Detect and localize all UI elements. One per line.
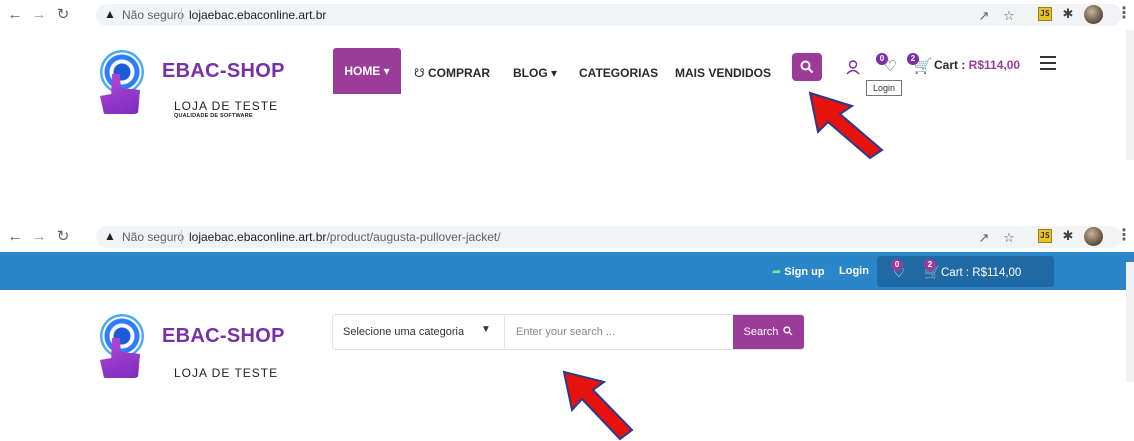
site-logo[interactable]: EBAC-SHOP LOJA DE TESTE: [100, 314, 300, 382]
reload-icon[interactable]: ↻: [54, 6, 72, 24]
search-button-label: Search: [743, 326, 779, 338]
cart-badge: 2: [907, 53, 919, 65]
caret-down-icon: ▼: [481, 324, 491, 335]
reload-icon[interactable]: ↻: [54, 228, 72, 246]
back-icon[interactable]: ←: [6, 228, 24, 246]
signup-icon: ➦: [772, 266, 782, 278]
js-extension-icon[interactable]: JS: [1038, 229, 1052, 243]
browser-toolbar: ← → ↻ ▲ Não seguro lojaebac.ebaconline.a…: [0, 222, 1134, 252]
screenshot-home: ← → ↻ ▲ Não seguro lojaebac.ebaconline.a…: [0, 0, 1134, 160]
nav-home[interactable]: HOME ▾: [333, 48, 401, 94]
address-bar[interactable]: ▲ Não seguro lojaebac.ebaconline.art.br …: [96, 4, 1122, 26]
cart-badge: 2: [924, 259, 936, 271]
warning-icon[interactable]: ▲: [104, 229, 116, 243]
nav-comprar[interactable]: ☋ COMPRAR: [414, 66, 490, 80]
share-icon[interactable]: ↗: [976, 230, 992, 246]
page-scrollbar[interactable]: [1126, 30, 1134, 160]
address-separator: [181, 8, 182, 22]
logo-name: EBAC-SHOP: [162, 60, 285, 82]
logo-target-icon: [100, 50, 144, 94]
security-label[interactable]: Não seguro: [122, 230, 184, 244]
profile-avatar[interactable]: [1084, 227, 1103, 246]
url-text[interactable]: lojaebac.ebaconline.art.br: [189, 8, 326, 22]
user-icon[interactable]: [843, 57, 863, 77]
address-bar[interactable]: ▲ Não seguro lojaebac.ebaconline.art.br/…: [96, 226, 1122, 248]
search-button[interactable]: Search: [733, 315, 804, 349]
logo-subtagline: QUALIDADE DE SOFTWARE: [174, 113, 253, 119]
signup-label: Sign up: [784, 266, 825, 278]
url-text[interactable]: lojaebac.ebaconline.art.br/product/augus…: [189, 230, 501, 244]
back-icon[interactable]: ←: [6, 6, 24, 24]
nav-blog[interactable]: BLOG ▾: [513, 66, 557, 80]
logo-tagline: LOJA DE TESTE: [174, 366, 279, 380]
logo-tagline: LOJA DE TESTE: [174, 99, 279, 113]
js-extension-icon[interactable]: JS: [1038, 7, 1052, 21]
warning-icon[interactable]: ▲: [104, 7, 116, 21]
nav-categorias[interactable]: CATEGORIAS: [579, 66, 658, 80]
logo-name: EBAC-SHOP: [162, 325, 285, 347]
red-arrow-annotation-2: [562, 370, 634, 441]
security-label[interactable]: Não seguro: [122, 8, 184, 22]
signup-link[interactable]: ➦ Sign up: [772, 265, 825, 278]
screenshot-product: ← → ↻ ▲ Não seguro lojaebac.ebaconline.a…: [0, 222, 1134, 382]
nav-comprar-label: COMPRAR: [428, 66, 491, 80]
category-select-label: Selecione uma categoria: [343, 326, 465, 338]
topbar-cart[interactable]: ♡ 0 🛒 2 Cart : R$114,00: [877, 256, 1054, 287]
menu-dots-icon[interactable]: ⋮: [1116, 5, 1132, 23]
wishlist-badge: 0: [891, 259, 903, 271]
url-host: lojaebac.ebaconline.art.br: [189, 8, 327, 22]
forward-icon[interactable]: →: [30, 6, 48, 24]
red-arrow-annotation: [808, 91, 884, 160]
logo-target-icon: [100, 314, 144, 358]
hamburger-menu-icon[interactable]: [1040, 56, 1056, 70]
search-icon: [800, 60, 814, 74]
share-icon[interactable]: ↗: [976, 8, 992, 24]
nav-mais-vendidos[interactable]: MAIS VENDIDOS: [675, 66, 771, 80]
wishlist-badge: 0: [876, 53, 888, 65]
puzzle-icon[interactable]: ✱: [1060, 228, 1076, 244]
forward-icon[interactable]: →: [30, 228, 48, 246]
cart-link[interactable]: Cart : R$114,00: [934, 58, 1020, 72]
url-path: /product/augusta-pullover-jacket/: [326, 230, 501, 244]
profile-avatar[interactable]: [1084, 5, 1103, 24]
search-bar: Selecione uma categoria ▼ Search: [332, 314, 804, 350]
star-icon[interactable]: ☆: [1001, 8, 1017, 24]
search-input[interactable]: [506, 315, 731, 349]
page-scrollbar[interactable]: [1126, 262, 1134, 382]
star-icon[interactable]: ☆: [1001, 230, 1017, 246]
address-separator: [181, 230, 182, 244]
headset-icon: ☋: [414, 66, 425, 80]
cart-label: Cart :: [934, 58, 969, 72]
category-select[interactable]: Selecione uma categoria ▼: [333, 315, 505, 349]
menu-dots-icon[interactable]: ⋮: [1116, 227, 1132, 245]
cart-price: R$114,00: [968, 58, 1021, 72]
search-button[interactable]: [792, 53, 822, 81]
search-icon: [783, 326, 793, 336]
cart-label: Cart : R$114,00: [941, 267, 1022, 279]
browser-toolbar: ← → ↻ ▲ Não seguro lojaebac.ebaconline.a…: [0, 0, 1134, 30]
login-link[interactable]: Login: [839, 265, 869, 277]
puzzle-icon[interactable]: ✱: [1060, 6, 1076, 22]
url-host: lojaebac.ebaconline.art.br: [189, 230, 327, 244]
site-logo[interactable]: EBAC-SHOP LOJA DE TESTE QUALIDADE DE SOF…: [100, 50, 300, 140]
